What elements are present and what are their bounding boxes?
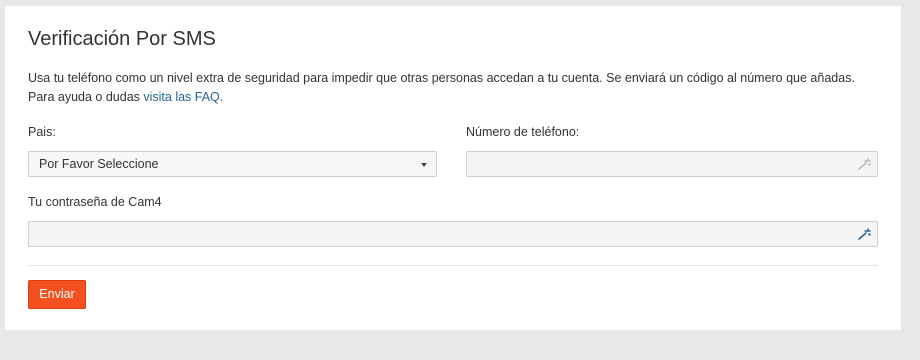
sms-verification-panel: Verificación Por SMS Usa tu teléfono com… [5,6,901,330]
form-divider [28,265,878,266]
page-title: Verificación Por SMS [28,28,216,50]
submit-button[interactable]: Enviar [28,280,86,309]
country-label: Pais: [28,125,56,139]
intro-text: Usa tu teléfono como un nivel extra de s… [28,69,868,107]
country-select[interactable]: Por Favor Seleccione [28,151,437,177]
phone-label: Número de teléfono: [466,125,580,139]
key-icon[interactable] [857,157,873,171]
key-icon[interactable] [857,227,873,241]
password-input[interactable] [28,221,878,247]
country-select-value: Por Favor Seleccione [39,157,159,171]
password-label: Tu contraseña de Cam4 [28,195,162,209]
chevron-down-icon [421,163,427,167]
phone-number-input[interactable] [466,151,878,177]
faq-link[interactable]: visita las FAQ. [143,90,223,104]
